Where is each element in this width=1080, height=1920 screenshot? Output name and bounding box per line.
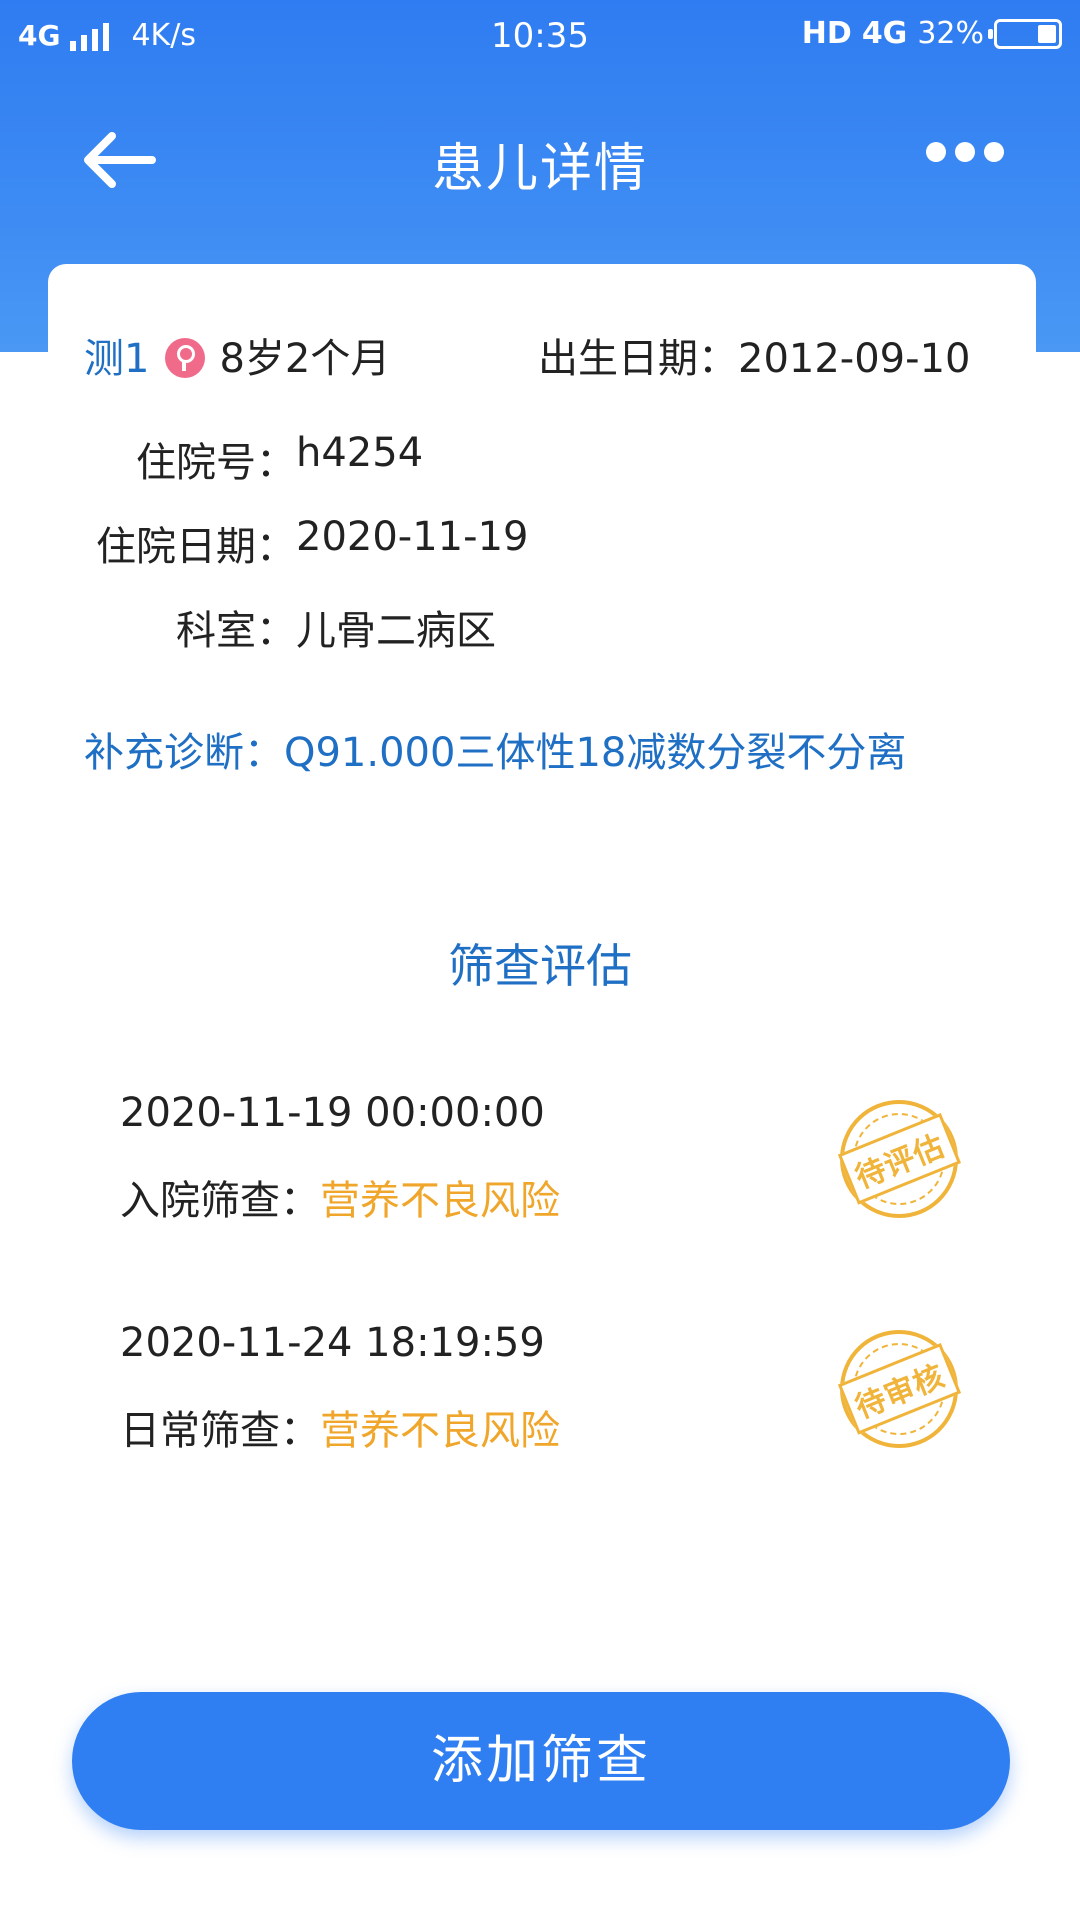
status-bar: 4G 4K/s 10:35 HD 4G 32% [0,0,1080,74]
hospital-no-label: 住院号： [136,440,296,486]
more-button[interactable] [926,142,1004,162]
screening-datetime: 2020-11-24 18:19:59 [120,1320,545,1366]
department-label: 科室： [176,608,296,654]
screening-type-row: 入院筛查：营养不良风险 [120,1168,560,1226]
patient-name: 测1 [84,336,150,382]
birth-date-value: 2012-09-10 [738,336,971,382]
network-type-right: 4G [861,16,908,51]
birth-date-row: 出生日期：2012-09-10 [538,326,970,384]
screening-result: 营养不良风险 [320,1408,560,1454]
birth-date-label: 出生日期： [538,336,738,382]
screening-result: 营养不良风险 [320,1178,560,1224]
patient-summary-row: 测1 8岁2个月 [84,326,390,384]
patient-card [48,264,1036,1824]
hd-indicator: HD [801,16,852,51]
nav-bar: 患儿详情 [0,110,1080,210]
diagnosis-value: Q91.000三体性18减数分裂不分离 [284,730,907,776]
admission-date-value: 2020-11-19 [296,514,529,560]
screening-datetime: 2020-11-19 00:00:00 [120,1090,545,1136]
battery-icon [988,18,1062,49]
diagnosis-label: 补充诊断： [84,730,284,776]
stamp-text: 待审核 [837,1343,961,1435]
screening-type-label: 日常筛查： [120,1408,320,1454]
screening-section-title: 筛查评估 [448,939,632,993]
page-title: 患儿详情 [431,139,648,199]
add-screening-button[interactable]: 添加筛查 [72,1692,1010,1830]
more-dots-icon [926,142,946,162]
admission-date-label: 住院日期： [96,524,296,570]
screening-type-label: 入院筛查： [120,1178,320,1224]
battery-percent: 32% [917,16,984,51]
department-value: 儿骨二病区 [296,608,496,654]
female-icon [165,338,206,378]
stamp-text: 待评估 [837,1113,961,1205]
status-right: HD 4G 32% [802,16,1062,51]
patient-age: 8岁2个月 [219,336,391,382]
hospital-no-value: h4254 [296,430,424,476]
screening-type-row: 日常筛查：营养不良风险 [120,1398,560,1456]
diagnosis-row: 补充诊断：Q91.000三体性18减数分裂不分离 [84,720,906,778]
